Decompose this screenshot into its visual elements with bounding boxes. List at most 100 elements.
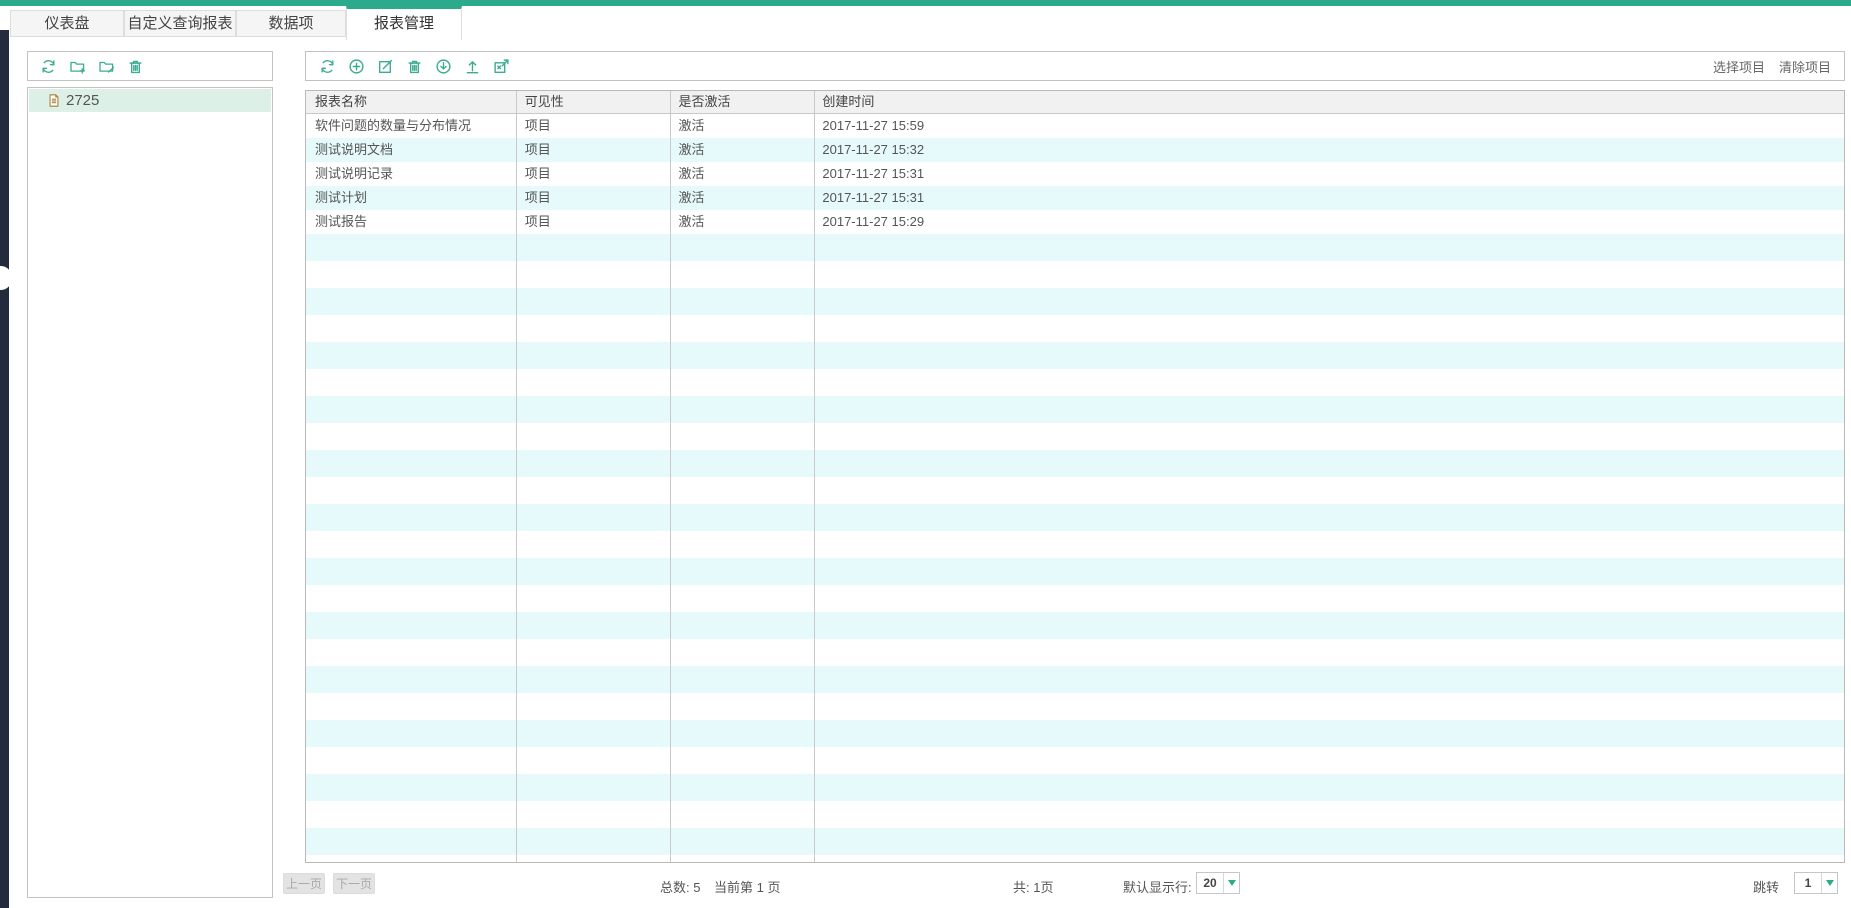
table-cell: 激活 [670,210,814,234]
refresh-icon[interactable] [318,57,337,76]
empty-row [306,558,1844,585]
empty-row [306,342,1844,369]
column-divider [670,91,671,862]
table-cell: 项目 [516,138,670,162]
tab-data-items[interactable]: 数据项 [236,10,346,37]
tree-toolbar [27,51,273,81]
table-cell: 2017-11-27 15:59 [813,114,1844,138]
table-row[interactable]: 测试计划项目激活2017-11-27 15:31 [306,186,1844,210]
table-cell: 项目 [516,114,670,138]
prev-page-button[interactable]: 上一页 [283,873,325,894]
panel-collapse-handle[interactable] [0,266,12,290]
empty-row [306,612,1844,639]
empty-row [306,396,1844,423]
empty-row [306,288,1844,315]
project-links: 选择项目 清除项目 [1713,52,1831,80]
table-cell: 2017-11-27 15:31 [813,186,1844,210]
empty-row [306,639,1844,666]
total-count-label: 总数: 5 [660,877,700,896]
left-dark-rail [0,30,9,908]
export-icon[interactable] [492,57,511,76]
table-cell: 软件问题的数量与分布情况 [306,114,516,138]
report-table: 报表名称 可见性 是否激活 创建时间 软件问题的数量与分布情况项目激活2017-… [305,90,1845,863]
table-cell: 2017-11-27 15:31 [813,162,1844,186]
table-header: 报表名称 可见性 是否激活 创建时间 [306,91,1844,114]
total-pages-label: 共: 1页 [1013,877,1053,896]
upload-icon[interactable] [463,57,482,76]
document-icon [47,93,61,108]
empty-row [306,261,1844,288]
chevron-down-icon [1223,873,1239,893]
table-cell: 2017-11-27 15:32 [813,138,1844,162]
empty-row [306,504,1844,531]
jump-page-select[interactable]: 1 [1794,872,1838,894]
table-cell: 2017-11-27 15:29 [813,210,1844,234]
table-stripes [306,234,1844,863]
add-folder-icon[interactable] [68,57,87,76]
empty-row [306,450,1844,477]
tab-custom-query-report[interactable]: 自定义查询报表 [124,10,236,37]
empty-row [306,774,1844,801]
select-project-link[interactable]: 选择项目 [1713,57,1765,76]
table-cell: 项目 [516,162,670,186]
report-toolbar: 选择项目 清除项目 [305,51,1845,81]
empty-row [306,315,1844,342]
table-cell: 激活 [670,114,814,138]
empty-row [306,585,1844,612]
tab-dashboard[interactable]: 仪表盘 [10,10,124,37]
table-row[interactable]: 测试说明记录项目激活2017-11-27 15:31 [306,162,1844,186]
chevron-down-icon [1821,873,1837,893]
table-cell: 测试说明记录 [306,162,516,186]
table-cell: 激活 [670,138,814,162]
tab-report-management[interactable]: 报表管理 [346,6,462,40]
report-management-page: 仪表盘 自定义查询报表 数据项 报表管理 [0,0,1851,908]
edit-folder-icon[interactable] [97,57,116,76]
empty-row [306,423,1844,450]
tree-item-label: 2725 [66,92,99,109]
table-cell: 激活 [670,186,814,210]
column-header-created-time: 创建时间 [813,91,1844,113]
column-header-report-name: 报表名称 [306,91,516,113]
table-cell: 项目 [516,186,670,210]
refresh-icon[interactable] [39,57,58,76]
table-row[interactable]: 测试说明文档项目激活2017-11-27 15:32 [306,138,1844,162]
table-cell: 测试计划 [306,186,516,210]
empty-row [306,666,1844,693]
empty-row [306,693,1844,720]
table-cell: 测试报告 [306,210,516,234]
report-tree-panel: 2725 [27,87,273,898]
table-row[interactable]: 测试报告项目激活2017-11-27 15:29 [306,210,1844,234]
main-tab-bar: 仪表盘 自定义查询报表 数据项 报表管理 [10,6,462,40]
jump-label: 跳转 [1753,877,1779,896]
edit-icon[interactable] [376,57,395,76]
empty-row [306,234,1844,261]
table-body: 软件问题的数量与分布情况项目激活2017-11-27 15:59测试说明文档项目… [306,114,1844,234]
empty-row [306,828,1844,855]
jump-page-value: 1 [1795,876,1821,890]
add-icon[interactable] [347,57,366,76]
empty-row [306,477,1844,504]
clear-project-link[interactable]: 清除项目 [1779,57,1831,76]
rows-per-page-value: 20 [1197,876,1223,890]
empty-row [306,720,1844,747]
column-divider [814,91,815,862]
empty-row [306,531,1844,558]
column-divider [516,91,517,862]
table-row[interactable]: 软件问题的数量与分布情况项目激活2017-11-27 15:59 [306,114,1844,138]
empty-row [306,369,1844,396]
current-page-label: 当前第 1 页 [714,877,780,896]
rows-per-page-select[interactable]: 20 [1196,872,1240,894]
empty-row [306,747,1844,774]
tree-item-2725[interactable]: 2725 [29,89,271,112]
empty-row [306,855,1844,863]
column-header-visibility: 可见性 [516,91,670,113]
delete-icon[interactable] [126,57,145,76]
rows-per-page-label: 默认显示行: [1123,877,1192,896]
table-cell: 项目 [516,210,670,234]
table-cell: 测试说明文档 [306,138,516,162]
table-cell: 激活 [670,162,814,186]
next-page-button[interactable]: 下一页 [333,873,375,894]
delete-icon[interactable] [405,57,424,76]
download-icon[interactable] [434,57,453,76]
empty-row [306,801,1844,828]
